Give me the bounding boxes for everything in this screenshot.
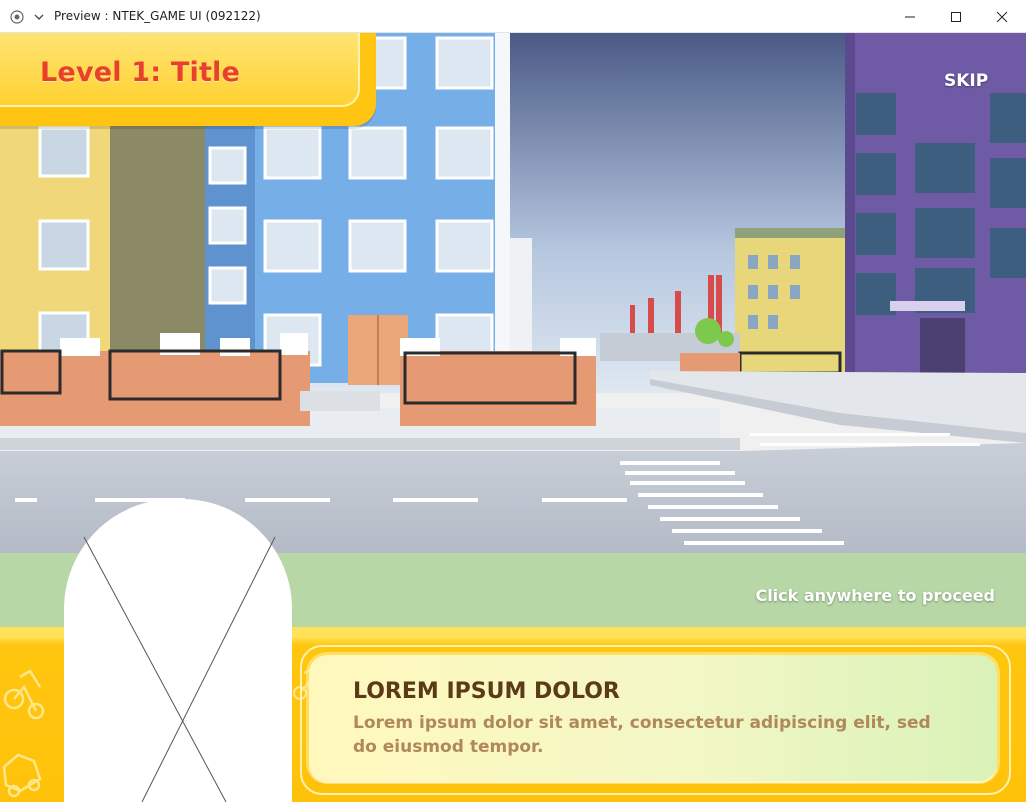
chevron-down-icon[interactable]: [33, 11, 45, 23]
level-title-banner: Level 1: Title: [0, 33, 376, 126]
window-titlebar: Preview : NTEK_GAME UI (092122): [0, 0, 1026, 33]
maximize-icon: [951, 11, 961, 22]
minimize-button[interactable]: [887, 0, 933, 33]
record-icon[interactable]: [10, 10, 24, 24]
window-title: Preview : NTEK_GAME UI (092122): [54, 9, 261, 23]
close-icon: [996, 11, 1008, 22]
close-button[interactable]: [979, 0, 1025, 33]
skip-button[interactable]: SKIP: [944, 71, 988, 91]
level-title: Level 1: Title: [40, 57, 241, 88]
dialog-box[interactable]: LOREM IPSUM DOLOR Lorem ipsum dolor sit …: [309, 655, 997, 781]
car-icon: [2, 753, 42, 798]
game-viewport[interactable]: Level 1: Title SKIP Click anywhere to pr…: [0, 33, 1026, 802]
bicycle-icon: [3, 669, 45, 720]
maximize-button[interactable]: [933, 0, 979, 33]
character-portrait-placeholder: [64, 499, 292, 802]
dialog-body: Lorem ipsum dolor sit amet, consectetur …: [353, 713, 931, 757]
dialog-heading: LOREM IPSUM DOLOR: [353, 679, 620, 704]
proceed-hint: Click anywhere to proceed: [755, 586, 995, 605]
minimize-icon: [905, 16, 915, 17]
